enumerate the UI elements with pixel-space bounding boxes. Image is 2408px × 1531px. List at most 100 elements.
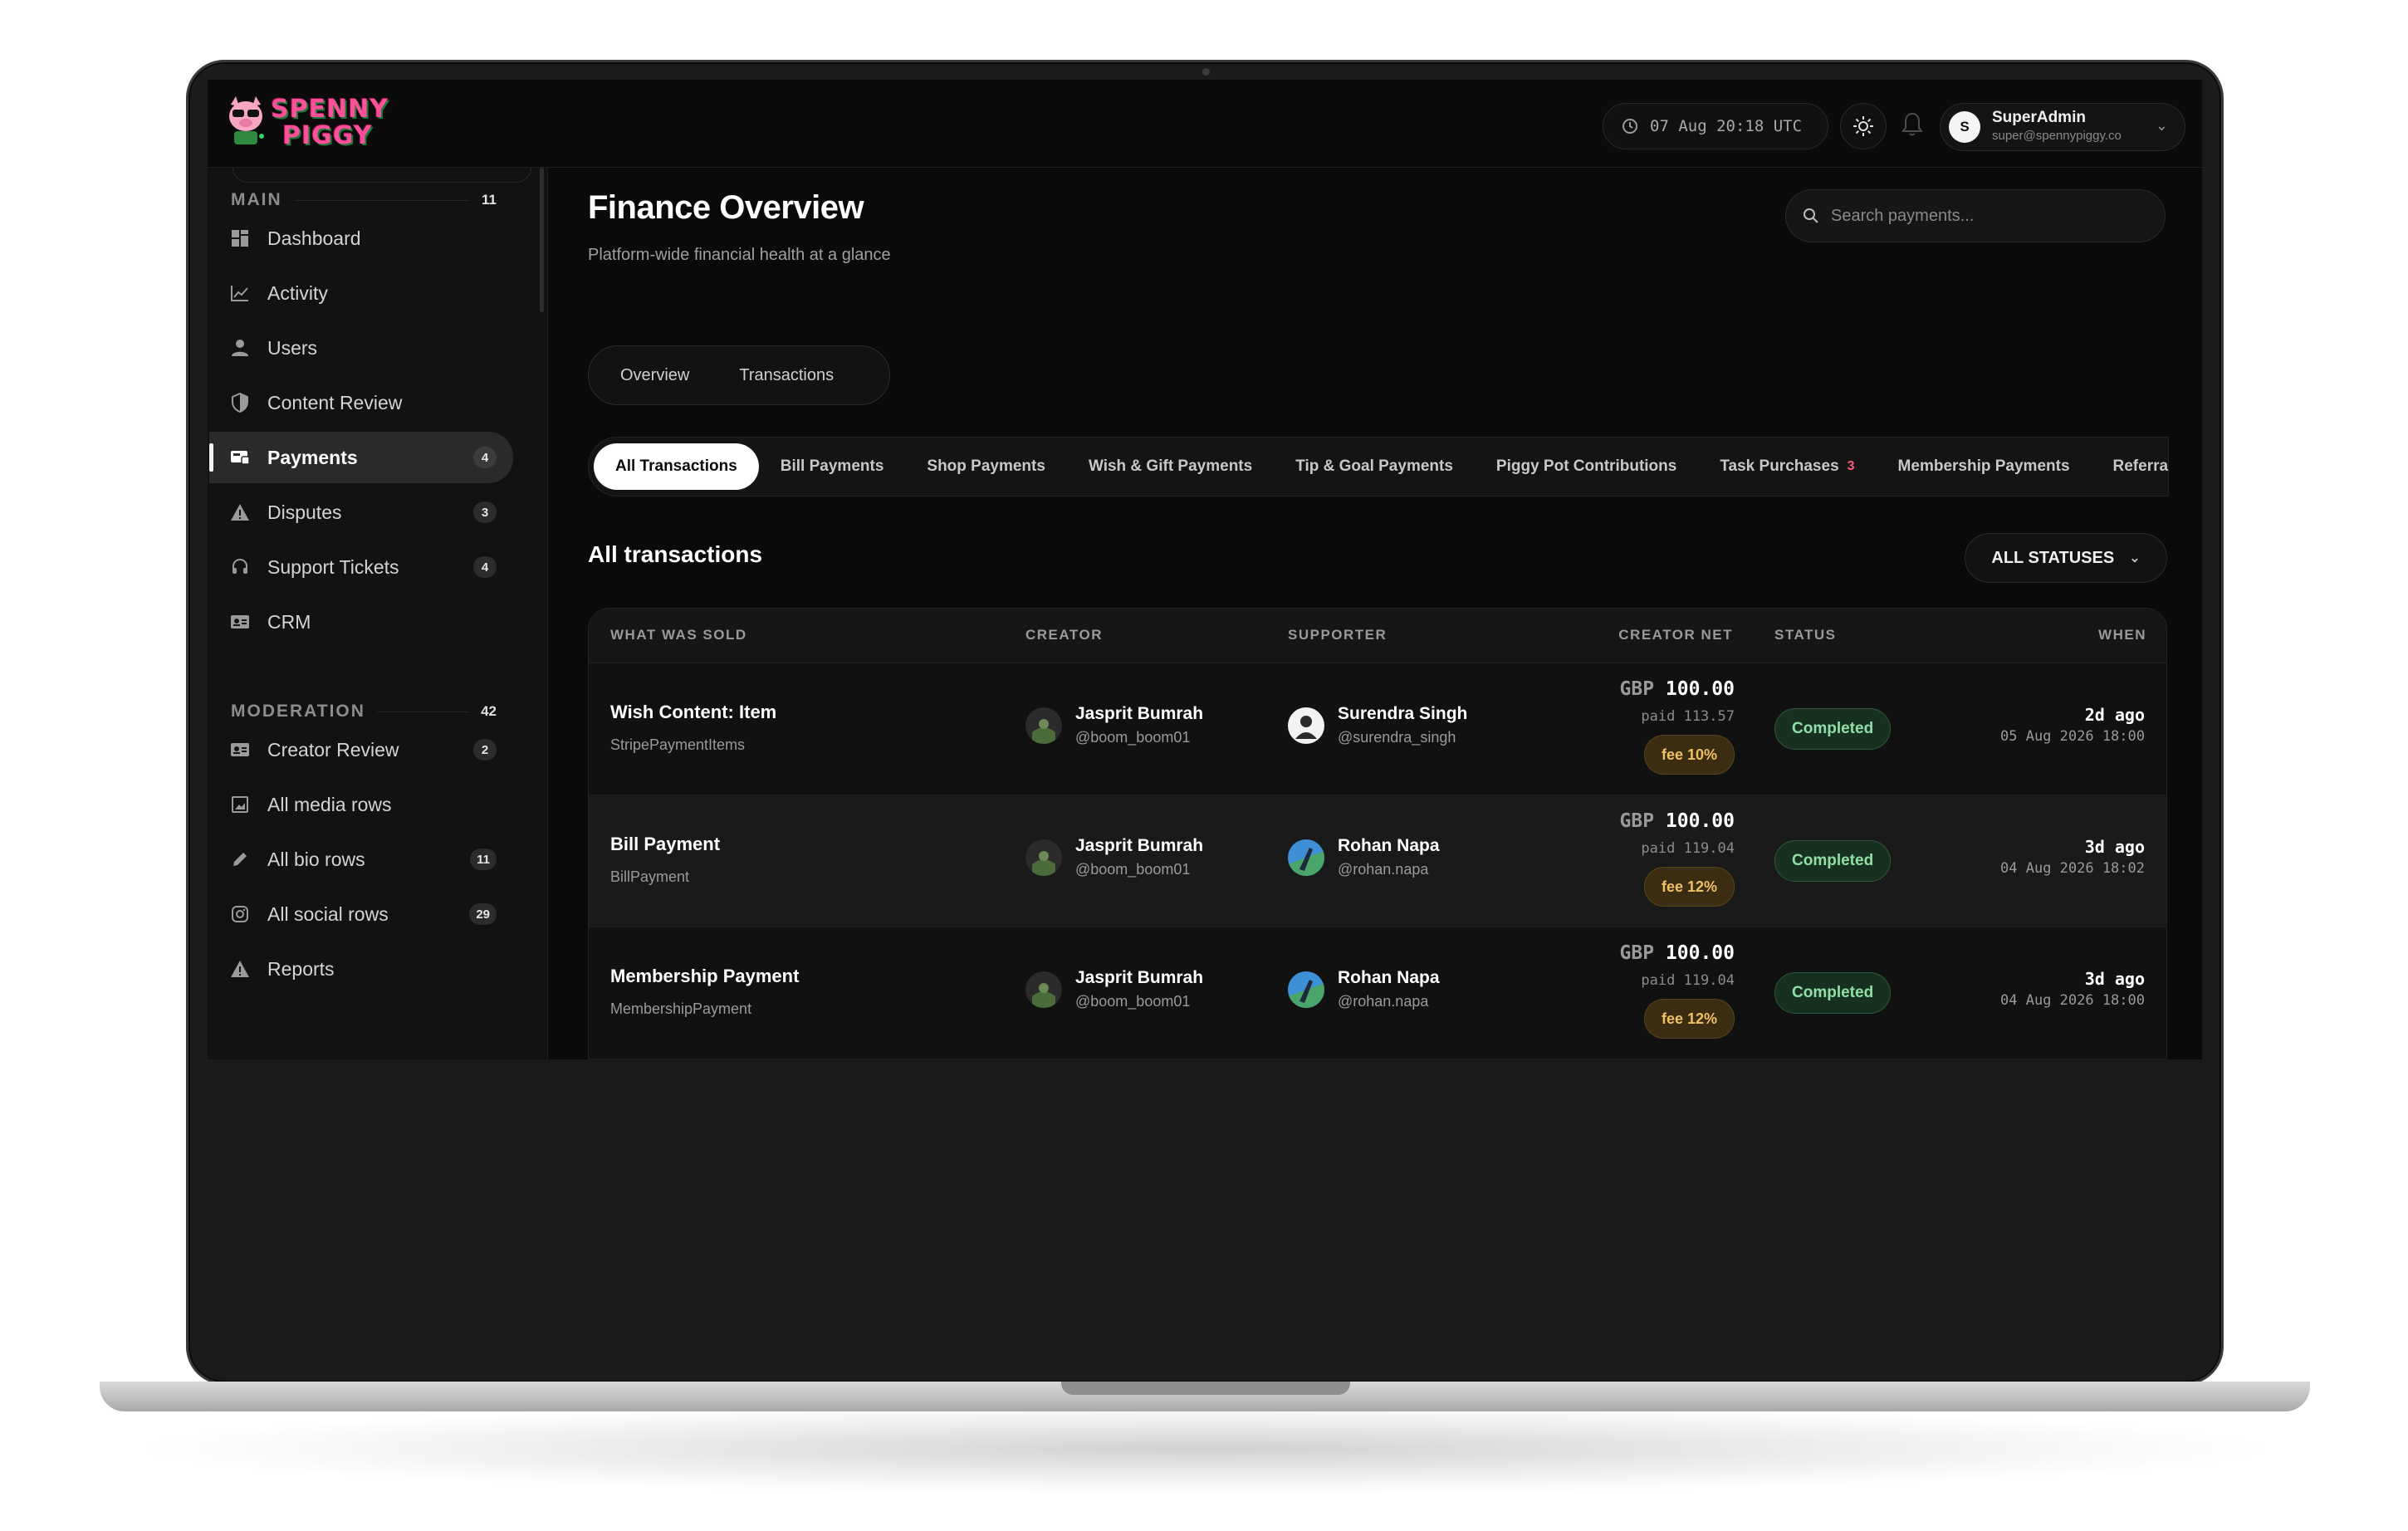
avatar [1288,971,1324,1008]
column-header[interactable]: WHAT WAS SOLD [610,627,747,643]
avatar [1025,707,1062,744]
count-badge: 4 [473,447,497,468]
tab-all-transactions[interactable]: All Transactions [594,443,759,490]
tab-transactions[interactable]: Transactions [714,352,859,399]
section-heading: All transactions [588,541,763,567]
id-card-icon [229,739,251,761]
supporter-name: Surendra Singh [1338,704,1468,723]
table-row[interactable]: Wish Content: Item StripePaymentItems Ja… [589,663,2166,795]
tab-shop-payments[interactable]: Shop Payments [905,443,1067,490]
tab-tip-goal-payments[interactable]: Tip & Goal Payments [1274,443,1475,490]
column-header[interactable]: WHEN [2098,627,2146,643]
dashboard-icon [229,227,251,249]
supporter-handle: @surendra_singh [1338,729,1456,746]
creator-cell[interactable]: Jasprit Bumrah @boom_boom01 [1025,969,1203,1010]
sidebar-item-content-review[interactable]: Content Review [209,377,513,428]
sidebar-item-payments[interactable]: Payments 4 [209,432,513,483]
sidebar-item-creator-review[interactable]: Creator Review 2 [209,724,513,775]
sidebar-item-all-bio-rows[interactable]: All bio rows 11 [209,834,513,885]
creator-name: Jasprit Bumrah [1075,836,1204,855]
sidebar-item-label: CRM [267,610,311,633]
sidebar-item-label: Creator Review [267,738,399,761]
supporter-cell[interactable]: Surendra Singh @surendra_singh [1288,705,1467,746]
creator-handle: @boom_boom01 [1075,729,1191,746]
currency: GBP [1619,678,1655,700]
tab-overview[interactable]: Overview [595,352,714,399]
sidebar-item-label: Content Review [267,391,403,413]
creator-handle: @boom_boom01 [1075,993,1191,1010]
supporter-cell[interactable]: Rohan Napa @rohan.napa [1288,969,1440,1010]
tab-bill-payments[interactable]: Bill Payments [759,443,906,490]
sidebar-item-disputes[interactable]: Disputes 3 [209,487,513,538]
column-header[interactable]: SUPPORTER [1288,627,1387,643]
timestamp: 04 Aug 2026 18:02 [2000,860,2145,877]
clock-icon [1622,119,1637,134]
sidebar-item-label: Disputes [267,501,342,523]
sidebar-scrollbar[interactable] [540,168,544,312]
section-count: 42 [481,703,497,719]
table-row[interactable]: Bill Payment BillPayment Jasprit Bumrah … [589,795,2166,927]
column-header[interactable]: CREATOR NET [1618,627,1733,643]
sidebar-item-users[interactable]: Users [209,322,513,374]
supporter-name: Rohan Napa [1338,968,1440,987]
transactions-table: WHAT WAS SOLD CREATOR SUPPORTER CREATOR … [588,608,2167,1059]
sidebar-item-all-social-rows[interactable]: All social rows 29 [209,888,513,940]
creator-handle: @boom_boom01 [1075,861,1191,878]
paid-amount: paid 119.04 [1641,972,1735,989]
sidebar-item-label: All social rows [267,902,389,925]
sidebar-item-activity[interactable]: Activity [209,267,513,319]
top-bar: SPENNY PIGGY 07 Aug 20:18 UTC S SuperAdm… [208,80,2202,168]
image-icon [229,794,251,815]
item-title: Bill Payment [610,834,721,854]
user-icon [229,337,251,359]
sidebar-item-support-tickets[interactable]: Support Tickets 4 [209,541,513,593]
sidebar-item-label: Payments [267,446,358,468]
table-row[interactable]: Membership Payment MembershipPayment Jas… [589,927,2166,1059]
table-header: WHAT WAS SOLD CREATOR SUPPORTER CREATOR … [589,609,2166,663]
id-card-icon [229,611,251,633]
search-box[interactable] [1785,189,2166,242]
section-count: 11 [482,192,497,208]
tab-task-purchases[interactable]: Task Purchases 3 [1698,443,1876,490]
sidebar-item-all-media-rows[interactable]: All media rows [209,779,513,830]
notifications-button[interactable] [1896,108,1929,141]
sidebar-item-crm[interactable]: CRM [209,596,513,648]
section-main: MAIN 11 [231,188,497,213]
count-badge: 29 [469,903,497,925]
relative-time: 3d ago [2084,837,2145,857]
laptop-shadow [125,1403,2283,1494]
count-badge: 4 [473,556,497,578]
tab-count-badge: 3 [1847,459,1855,473]
theme-toggle-button[interactable] [1840,103,1887,149]
item-title: Wish Content: Item [610,702,777,722]
creator-net-cell: GBP 100.00 paid 119.04 fee 12% [1620,942,1735,1039]
tab-piggy-pot-contributions[interactable]: Piggy Pot Contributions [1475,443,1698,490]
supporter-handle: @rohan.napa [1338,861,1429,878]
tab-membership-payments[interactable]: Membership Payments [1877,443,2092,490]
column-header[interactable]: STATUS [1774,627,1836,643]
status-filter-dropdown[interactable]: ALL STATUSES ⌄ [1965,533,2167,583]
item-type: StripePaymentItems [610,736,746,753]
tab-wish-gift-payments[interactable]: Wish & Gift Payments [1067,443,1274,490]
net-amount: 100.00 [1665,942,1735,964]
status-badge: Completed [1774,708,1892,750]
pig-mascot-icon [229,96,264,144]
logo-line-1: SPENNY [271,95,389,124]
tab-referral[interactable]: Referral [2092,443,2168,490]
sidebar-item-label: Users [267,336,318,359]
sidebar-item-dashboard[interactable]: Dashboard [209,213,513,264]
currency: GBP [1619,810,1655,832]
headset-icon [229,556,251,578]
user-name: SuperAdmin [1992,109,2086,126]
user-menu[interactable]: S SuperAdmin super@spennypiggy.co ⌄ [1940,103,2185,151]
spenny-piggy-logo[interactable]: SPENNY PIGGY [224,95,415,153]
creator-cell[interactable]: Jasprit Bumrah @boom_boom01 [1025,837,1203,878]
column-header[interactable]: CREATOR [1025,627,1103,643]
creator-cell[interactable]: Jasprit Bumrah @boom_boom01 [1025,705,1203,746]
sidebar-item-reports[interactable]: Reports [209,943,513,995]
when-cell: 3d ago 04 Aug 2026 18:00 [2000,969,2145,1009]
supporter-cell[interactable]: Rohan Napa @rohan.napa [1288,837,1440,878]
page-title: Finance Overview [588,189,864,226]
search-input[interactable] [1831,206,2146,226]
avatar: S [1949,111,1980,143]
